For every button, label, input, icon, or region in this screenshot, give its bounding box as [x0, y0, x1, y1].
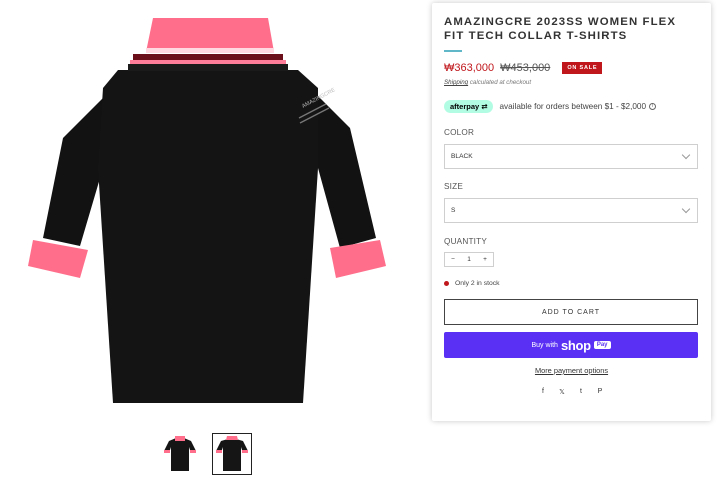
shipping-link[interactable]: Shipping — [444, 79, 468, 86]
share-icons: f 𝕏 t P — [444, 388, 699, 396]
facebook-icon[interactable]: f — [540, 388, 547, 396]
thumbnail-list — [160, 433, 252, 475]
stock-dot-icon — [444, 281, 449, 286]
compare-price: ₩453,000 — [500, 62, 551, 74]
buy-with-text: Buy with — [531, 341, 558, 349]
add-to-cart-button[interactable]: ADD TO CART — [444, 299, 698, 325]
afterpay-row: afterpay ⇄ available for orders between … — [444, 100, 699, 113]
shipping-note: Shipping calculated at checkout — [444, 79, 699, 86]
twitter-icon[interactable]: t — [578, 388, 585, 396]
product-info-panel: AMAZINGCRE 2023SS WOMEN FLEX FIT TECH CO… — [432, 3, 711, 421]
quantity-label: QUANTITY — [444, 237, 487, 246]
shirt-front-icon — [164, 436, 196, 471]
chevron-down-icon — [681, 204, 691, 214]
color-label: COLOR — [444, 128, 475, 137]
product-main-image[interactable]: AMAZINGCRE — [18, 8, 398, 418]
thumbnail-front[interactable] — [160, 433, 200, 475]
price-row: ₩363,000 ₩453,000 ON SALE — [444, 61, 699, 75]
on-sale-badge: ON SALE — [562, 62, 603, 74]
color-select[interactable]: BLACK — [444, 144, 698, 169]
afterpay-logo: afterpay ⇄ — [444, 100, 494, 113]
size-select-value: S — [451, 207, 456, 214]
quantity-increase-button[interactable]: + — [477, 253, 493, 266]
x-icon[interactable]: 𝕏 — [559, 388, 566, 396]
shop-logo: shop — [560, 337, 591, 353]
shop-pay-button[interactable]: Buy with shop Pay — [444, 332, 698, 358]
size-label: SIZE — [444, 182, 463, 191]
quantity-stepper: − 1 + — [444, 252, 494, 267]
title-divider — [444, 50, 462, 52]
product-title: AMAZINGCRE 2023SS WOMEN FLEX FIT TECH CO… — [444, 16, 677, 42]
color-select-value: BLACK — [451, 153, 473, 160]
shipping-text: calculated at checkout — [469, 79, 532, 86]
afterpay-logo-text: afterpay — [450, 102, 480, 111]
shirt-back-icon — [216, 436, 248, 471]
sale-price: ₩363,000 — [444, 62, 495, 74]
quantity-decrease-button[interactable]: − — [445, 253, 461, 266]
thumbnail-back[interactable] — [212, 433, 252, 475]
pinterest-icon[interactable]: P — [597, 388, 604, 396]
stock-status: Only 2 in stock — [444, 280, 699, 287]
afterpay-text: available for orders between $1 - $2,000 — [499, 102, 647, 111]
chevron-down-icon — [681, 150, 691, 160]
more-payment-options-link[interactable]: More payment options — [444, 366, 699, 375]
product-gallery: AMAZINGCRE — [0, 0, 430, 490]
info-icon[interactable]: i — [649, 103, 657, 110]
stock-text: Only 2 in stock — [455, 280, 500, 287]
pay-badge: Pay — [593, 341, 611, 349]
quantity-input[interactable]: 1 — [461, 253, 477, 266]
size-select[interactable]: S — [444, 198, 698, 223]
afterpay-arrows-icon: ⇄ — [481, 102, 488, 111]
